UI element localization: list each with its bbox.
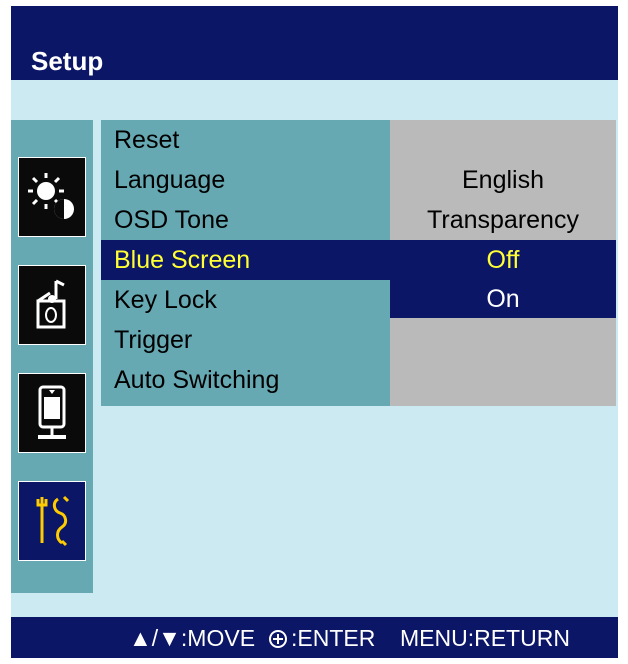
menu-return-label: MENU:RETURN	[400, 625, 570, 651]
menu-item-blue-screen[interactable]: Blue Screen	[101, 240, 390, 280]
enter-icon	[269, 629, 287, 648]
menu-item-osd-tone[interactable]: OSD Tone	[101, 200, 390, 240]
enter-hint-label: :ENTER	[291, 625, 376, 651]
language-value: English	[390, 160, 616, 200]
blue-screen-option-on[interactable]: On	[390, 280, 616, 318]
title-bar: Setup	[11, 6, 618, 80]
screen-adjust-icon[interactable]	[18, 373, 86, 453]
menu-item-language[interactable]: Language	[101, 160, 390, 200]
footer-bar: ▲/▼ :MOVE :ENTER MENU:RETURN	[11, 617, 618, 658]
menu-item-label: Blue Screen	[114, 246, 251, 274]
page-title: Setup	[31, 46, 104, 76]
up-down-arrows-icon: ▲/▼	[129, 625, 181, 651]
osd-tone-value-text: Transparency	[427, 206, 579, 234]
menu-item-label: Auto Switching	[114, 366, 280, 394]
setup-tools-icon[interactable]	[18, 481, 86, 561]
enter-hint: :ENTER	[269, 625, 375, 652]
menu-item-label: Reset	[114, 126, 180, 154]
menu-item-auto-switching[interactable]: Auto Switching	[101, 360, 390, 400]
language-value-text: English	[462, 166, 544, 194]
move-hint-label: :MOVE	[180, 625, 256, 651]
menu-item-trigger[interactable]: Trigger	[101, 320, 390, 360]
menu-item-label: Key Lock	[114, 286, 217, 314]
brightness-contrast-icon[interactable]	[18, 157, 86, 237]
osd-window: Setup Reset Language OSD Tone Blue Scree…	[11, 6, 618, 658]
option-label: Off	[486, 246, 520, 274]
menu-return-hint: MENU:RETURN	[400, 625, 570, 652]
menu-item-label: Trigger	[114, 326, 193, 354]
move-hint: ▲/▼ :MOVE	[129, 625, 255, 652]
option-label: On	[486, 285, 520, 313]
menu-item-label: OSD Tone	[114, 206, 229, 234]
osd-tone-value: Transparency	[390, 200, 616, 240]
menu-item-reset[interactable]: Reset	[101, 120, 390, 160]
category-sidebar	[11, 120, 93, 593]
menu-item-key-lock[interactable]: Key Lock	[101, 280, 390, 320]
audio-icon[interactable]	[18, 265, 86, 345]
menu-item-label: Language	[114, 166, 226, 194]
blue-screen-option-off[interactable]: Off	[390, 240, 616, 280]
